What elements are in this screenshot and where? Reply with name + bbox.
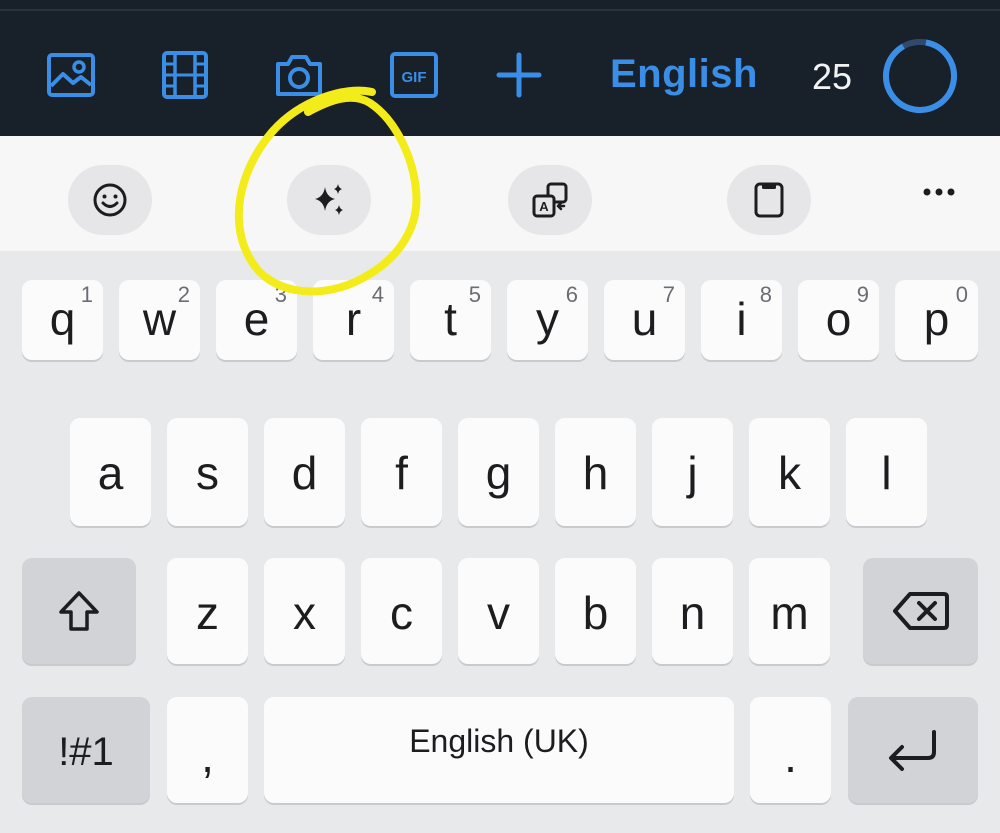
key-v[interactable]: v (458, 558, 539, 664)
key-label: v (487, 587, 510, 639)
key-label: o (825, 293, 852, 345)
gif-icon[interactable]: GIF (389, 50, 439, 100)
key-label: j (687, 447, 698, 499)
backspace-key[interactable] (863, 558, 978, 664)
key-label: e (243, 293, 270, 345)
key-label: x (293, 587, 316, 639)
key-label: q (49, 293, 76, 345)
key-r[interactable]: 4r (313, 280, 394, 360)
key-l[interactable]: l (846, 418, 927, 526)
key-o[interactable]: 9o (798, 280, 879, 360)
key-n[interactable]: n (652, 558, 733, 664)
key-s[interactable]: s (167, 418, 248, 526)
key-label: t (444, 293, 457, 345)
key-h[interactable]: h (555, 418, 636, 526)
sparkles-icon (315, 184, 343, 215)
clipboard-icon (754, 182, 784, 218)
comma-key[interactable]: , (167, 697, 248, 803)
key-j[interactable]: j (652, 418, 733, 526)
key-label: z (196, 587, 219, 639)
more-options-button[interactable] (915, 177, 963, 207)
key-label: s (196, 447, 219, 499)
symbols-key[interactable]: !#1 (22, 697, 150, 803)
key-w[interactable]: 2w (119, 280, 200, 360)
key-label: l (881, 447, 892, 499)
language-selector[interactable]: English (610, 52, 758, 97)
key-label: i (736, 293, 747, 345)
symbols-label: !#1 (58, 730, 114, 774)
progress-ring-icon (880, 36, 960, 116)
period-key[interactable]: . (750, 697, 831, 803)
emoji-button[interactable] (68, 165, 152, 235)
key-q[interactable]: 1q (22, 280, 103, 360)
key-y[interactable]: 6y (507, 280, 588, 360)
character-count: 25 (812, 56, 853, 97)
camera-icon[interactable] (274, 50, 324, 100)
key-label: a (97, 447, 124, 499)
key-b[interactable]: b (555, 558, 636, 664)
key-z[interactable]: z (167, 558, 248, 664)
key-k[interactable]: k (749, 418, 830, 526)
more-dots-icon (923, 188, 955, 196)
key-c[interactable]: c (361, 558, 442, 664)
space-bar-label: English (UK) (409, 723, 589, 759)
film-icon[interactable] (160, 50, 210, 100)
top-edge-divider (0, 9, 1000, 11)
key-label: . (784, 730, 797, 782)
key-m[interactable]: m (749, 558, 830, 664)
key-x[interactable]: x (264, 558, 345, 664)
key-label: c (390, 587, 413, 639)
key-label: k (778, 447, 801, 499)
emoji-icon (93, 183, 127, 217)
space-bar[interactable]: English (UK) (264, 697, 734, 803)
translate-icon: A (532, 182, 568, 218)
enter-key[interactable] (848, 697, 978, 803)
key-p[interactable]: 0p (895, 280, 978, 360)
key-label: g (485, 447, 512, 499)
key-label: f (395, 447, 408, 499)
key-label: h (582, 447, 609, 499)
key-label: , (201, 730, 214, 782)
key-label: d (291, 447, 318, 499)
enter-icon (889, 730, 936, 771)
key-d[interactable]: d (264, 418, 345, 526)
shift-icon (59, 591, 99, 631)
key-label: w (142, 293, 177, 345)
key-a[interactable]: a (70, 418, 151, 526)
key-label: n (679, 587, 706, 639)
clipboard-button[interactable] (727, 165, 811, 235)
translate-button[interactable]: A (508, 165, 592, 235)
key-label: b (582, 587, 609, 639)
translate-letter: A (539, 199, 549, 214)
ai-sparkles-button[interactable] (287, 165, 371, 235)
key-label: u (631, 293, 658, 345)
key-u[interactable]: 7u (604, 280, 685, 360)
key-i[interactable]: 8i (701, 280, 782, 360)
key-label: m (770, 587, 809, 639)
image-icon[interactable] (46, 50, 96, 100)
shift-key[interactable] (22, 558, 136, 664)
gif-text: GIF (402, 69, 427, 86)
backspace-icon (892, 592, 949, 630)
key-label: p (923, 293, 950, 345)
key-label: y (536, 293, 559, 345)
key-g[interactable]: g (458, 418, 539, 526)
key-t[interactable]: 5t (410, 280, 491, 360)
key-f[interactable]: f (361, 418, 442, 526)
key-label: r (345, 293, 362, 345)
plus-icon[interactable] (494, 50, 544, 100)
key-e[interactable]: 3e (216, 280, 297, 360)
